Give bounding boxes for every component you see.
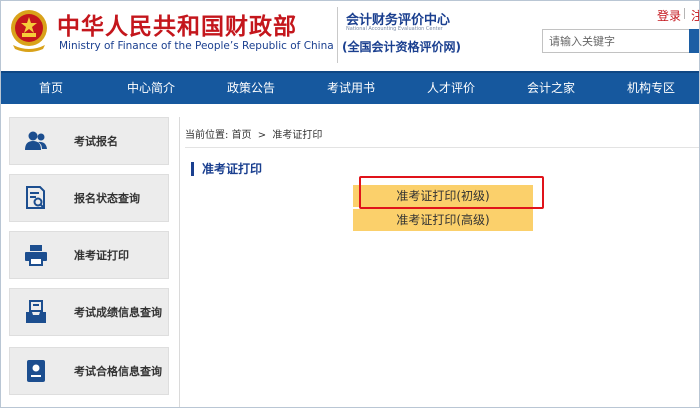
sidebar-item-label: 考试报名: [74, 135, 118, 148]
nav-item-institution[interactable]: 机构专区: [601, 73, 699, 104]
nav-item-about[interactable]: 中心简介: [101, 73, 201, 104]
site-header: 中华人民共和国财政部 Ministry of Finance of the Pe…: [1, 1, 699, 71]
breadcrumb: 当前位置: 首页 > 准考证打印: [185, 126, 322, 141]
content-divider: [179, 117, 180, 407]
center-subtitle: (全国会计资格评价网): [342, 40, 461, 54]
sidebar-item-label: 考试合格信息查询: [74, 365, 162, 378]
certificate-icon: [10, 348, 62, 394]
sidebar-item-label: 考试成绩信息查询: [74, 306, 162, 319]
sidebar-item-exam-registration[interactable]: 考试报名: [9, 117, 169, 165]
register-link[interactable]: 注: [691, 7, 699, 24]
site-title-english: Ministry of Finance of the People’s Repu…: [59, 40, 334, 52]
nav-item-home[interactable]: 首页: [1, 73, 101, 104]
nav-item-policy[interactable]: 政策公告: [201, 73, 301, 104]
sidebar-item-label: 准考证打印: [74, 249, 129, 262]
sidebar-item-admission-ticket[interactable]: 准考证打印: [9, 231, 169, 279]
search-input[interactable]: [542, 29, 692, 53]
page-frame: 中华人民共和国财政部 Ministry of Finance of the Pe…: [0, 0, 700, 408]
sidebar-item-qualification-query[interactable]: 考试合格信息查询: [9, 347, 169, 395]
breadcrumb-divider: [185, 147, 699, 148]
breadcrumb-current: 准考证打印: [272, 130, 323, 141]
breadcrumb-home-link[interactable]: 首页: [232, 130, 252, 141]
site-title[interactable]: 中华人民共和国财政部: [57, 7, 297, 41]
sidebar-item-label: 报名状态查询: [74, 192, 140, 205]
sidebar-item-score-query[interactable]: 考试成绩信息查询: [9, 288, 169, 336]
login-divider: [684, 8, 685, 19]
national-emblem-icon: [11, 10, 47, 52]
breadcrumb-prefix: 当前位置:: [185, 130, 229, 141]
nav-item-talent[interactable]: 人才评价: [401, 73, 501, 104]
printer-icon: [10, 232, 62, 278]
breadcrumb-separator: >: [257, 130, 267, 141]
inbox-icon: [10, 289, 62, 335]
section-title: 准考证打印: [191, 162, 262, 176]
nav-item-accountant-home[interactable]: 会计之家: [501, 73, 601, 104]
search-button[interactable]: [689, 29, 699, 53]
sidebar-item-registration-status[interactable]: 报名状态查询: [9, 174, 169, 222]
users-icon: [10, 118, 62, 164]
login-link[interactable]: 登录: [657, 7, 681, 24]
evaluation-center-logo[interactable]: 会计财务评价中心 National Accounting Evaluation …: [337, 7, 469, 63]
nav-item-books[interactable]: 考试用书: [301, 73, 401, 104]
document-search-icon: [10, 175, 62, 221]
center-name-english: National Accounting Evaluation Center: [346, 26, 443, 32]
highlight-annotation-box: [359, 176, 544, 209]
print-ticket-senior-button[interactable]: 准考证打印(高级): [353, 209, 533, 231]
main-nav: 首页 中心简介 政策公告 考试用书 人才评价 会计之家 机构专区: [1, 71, 699, 104]
